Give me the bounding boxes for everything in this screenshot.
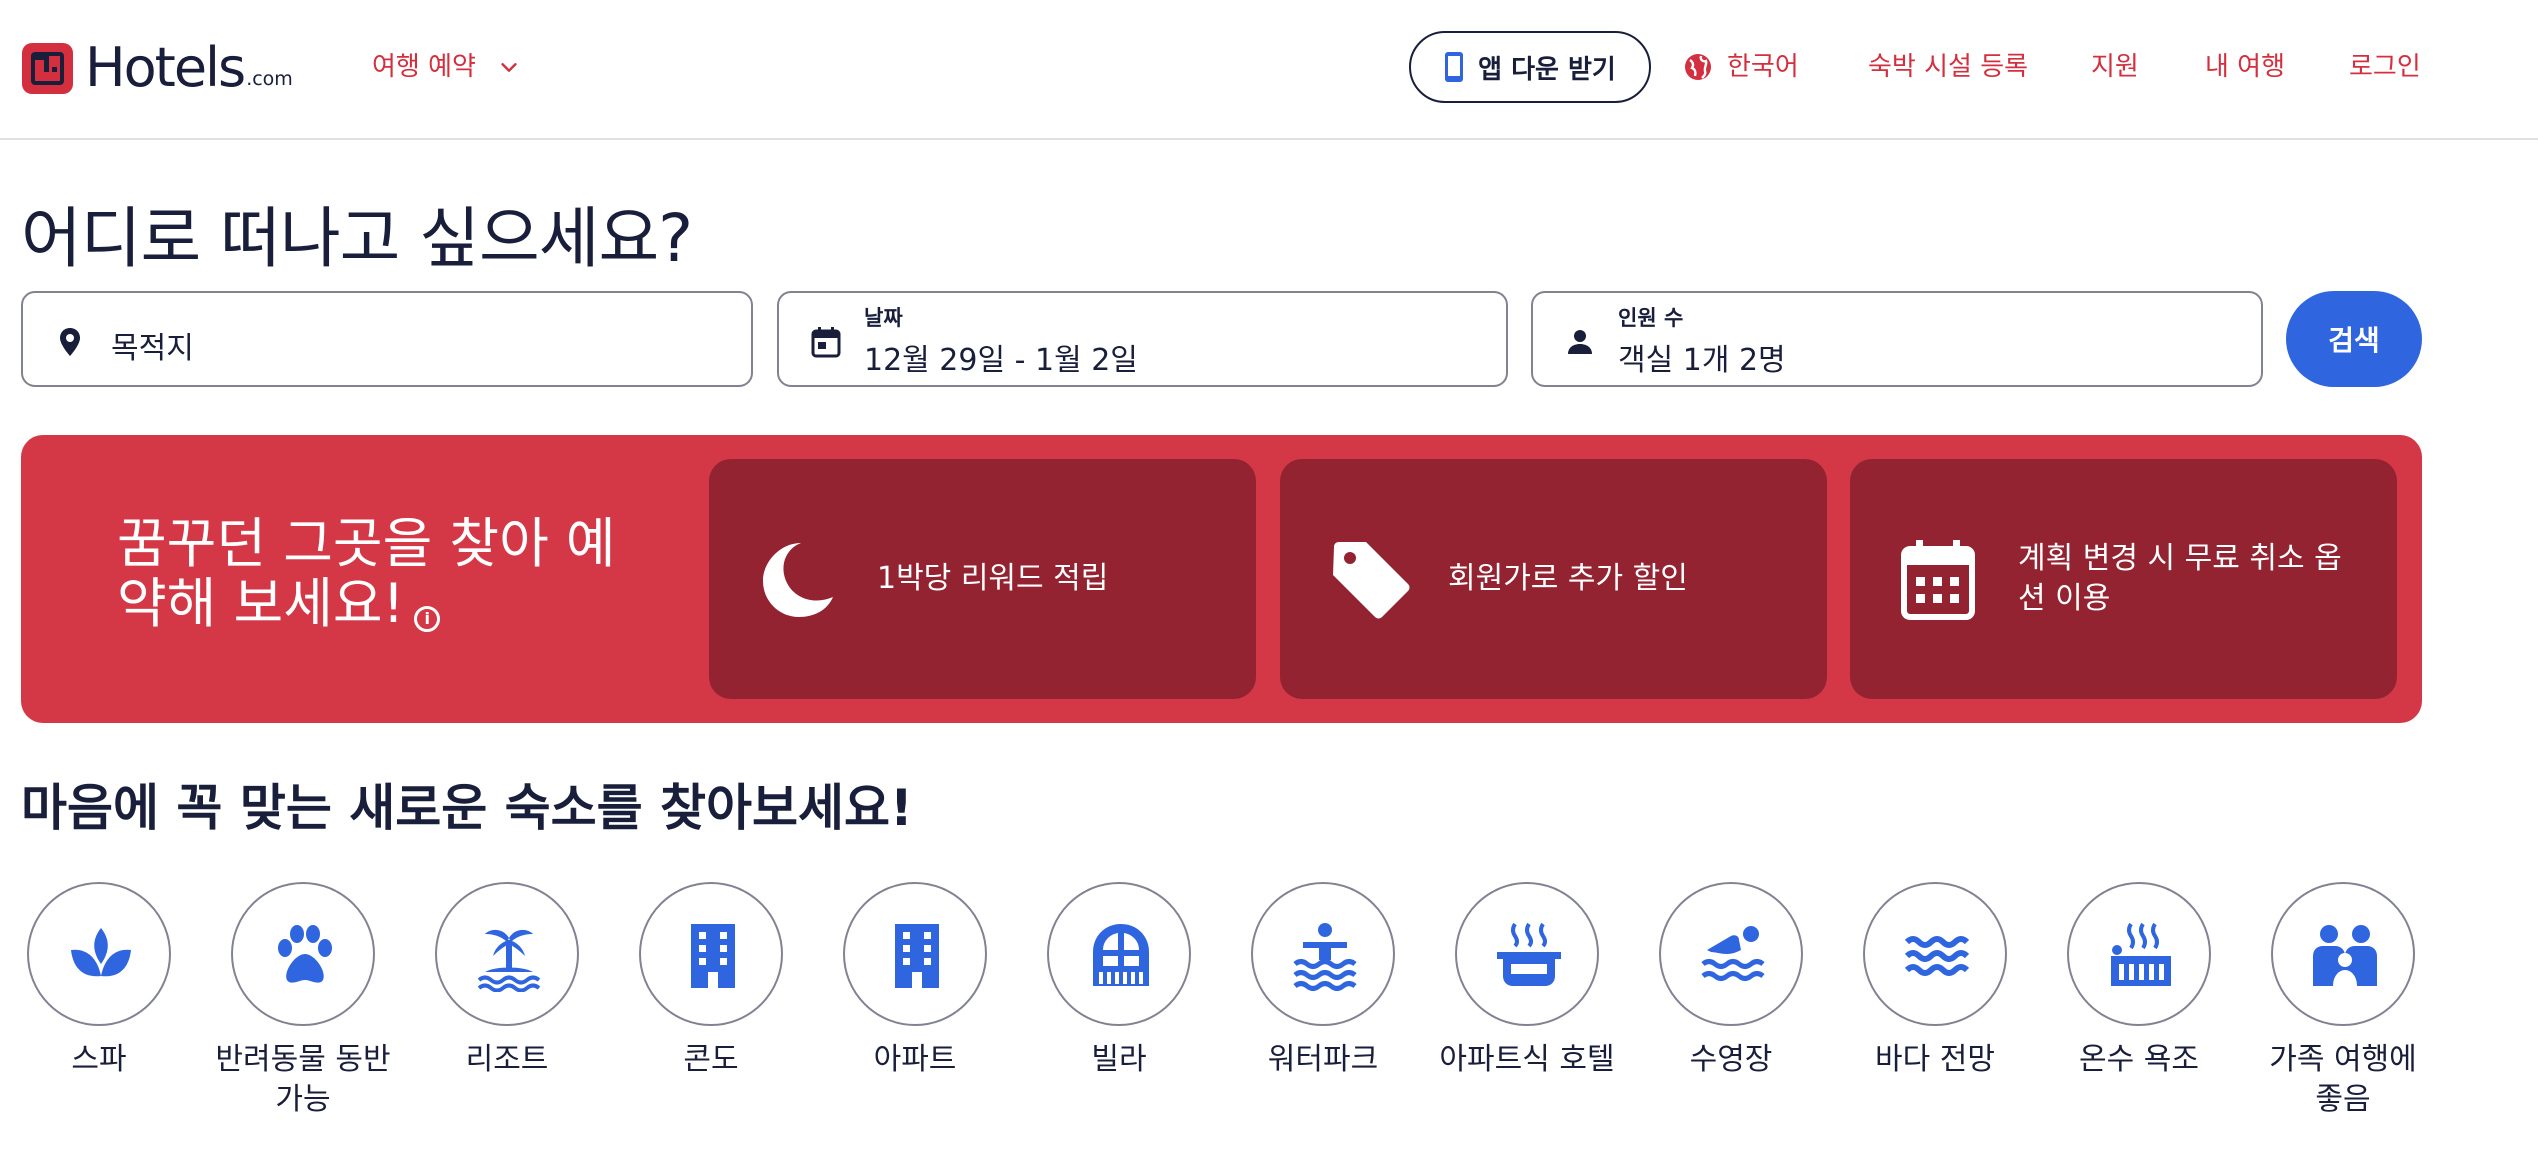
list-property-link[interactable]: 숙박 시설 등록 xyxy=(1868,47,2028,87)
property-type-circle xyxy=(2067,882,2211,1026)
property-type-circle xyxy=(843,882,987,1026)
get-app-label: 앱 다운 받기 xyxy=(1478,54,1616,85)
globe-icon xyxy=(1685,54,1711,80)
benefit-card-rewards: 1박당 리워드 적립 xyxy=(709,459,1256,699)
property-type-circle xyxy=(231,882,375,1026)
family-icon xyxy=(2313,925,2377,986)
benefit-card-member-price: 회원가로 추가 할인 xyxy=(1280,459,1827,699)
water-park-icon xyxy=(1293,923,1357,991)
get-app-button[interactable]: 앱 다운 받기 xyxy=(1409,31,1651,103)
property-type-resort[interactable]: 리조트 xyxy=(417,882,597,1080)
destination-placeholder: 목적지 xyxy=(111,331,194,366)
spa-icon xyxy=(71,928,131,977)
logo-wordmark: Hotels xyxy=(85,36,246,99)
property-type-circle xyxy=(435,882,579,1026)
hot-tub-icon xyxy=(2111,922,2171,986)
property-type-label: 온수 욕조 xyxy=(2079,1042,2199,1077)
tag-icon xyxy=(1333,542,1410,619)
language-selector[interactable]: 한국어 xyxy=(1683,47,1799,87)
trip-booking-menu[interactable]: 여행 예약 xyxy=(372,47,520,87)
guests-label: 인원 수 xyxy=(1618,306,1684,330)
property-type-label: 아파트식 호텔 xyxy=(1439,1042,1615,1077)
banner-title-text: 꿈꾸던 그곳을 찾아 예약해 보세요! xyxy=(117,512,616,635)
date-field[interactable]: 날짜 12월 29일 - 1월 2일 xyxy=(777,291,1508,387)
property-type-label: 바다 전망 xyxy=(1875,1042,1995,1077)
property-type-water-park[interactable]: 워터파크 xyxy=(1233,882,1413,1080)
top-header: Hotels .com 여행 예약 앱 다운 받기 한국어 숙박 시설 등록 지… xyxy=(0,0,2538,140)
property-type-circle xyxy=(2271,882,2415,1026)
login-link[interactable]: 로그인 xyxy=(2349,47,2421,87)
property-type-label: 워터파크 xyxy=(1267,1042,1379,1077)
search-button[interactable]: 검색 xyxy=(2286,291,2422,387)
property-type-villa[interactable]: 빌라 xyxy=(1029,882,1209,1080)
palm-tree-icon xyxy=(477,929,541,992)
logo-suffix: .com xyxy=(246,68,293,90)
person-icon xyxy=(1568,330,1592,354)
property-type-circle xyxy=(639,882,783,1026)
hotels-logo-icon xyxy=(22,42,73,94)
property-type-label: 반려동물 동반 가능 xyxy=(215,1042,391,1117)
calendar-icon xyxy=(1901,540,1975,620)
property-type-aparthotel[interactable]: 아파트식 호텔 xyxy=(1437,882,1617,1080)
trip-booking-label: 여행 예약 xyxy=(372,52,476,82)
benefit-text: 회원가로 추가 할인 xyxy=(1448,561,1688,596)
chevron-down-icon xyxy=(501,63,517,72)
property-types-headline: 마음에 꼭 맞는 새로운 숙소를 찾아보세요! xyxy=(21,779,913,837)
support-link[interactable]: 지원 xyxy=(2091,47,2139,87)
my-trips-link[interactable]: 내 여행 xyxy=(2205,47,2285,87)
guests-field[interactable]: 인원 수 객실 1개 2명 xyxy=(1531,291,2263,387)
banner-title: 꿈꾸던 그곳을 찾아 예약해 보세요! i xyxy=(117,514,657,634)
hotels-logo[interactable]: Hotels .com xyxy=(22,38,293,98)
property-type-condo[interactable]: 콘도 xyxy=(621,882,801,1080)
language-label: 한국어 xyxy=(1727,52,1799,82)
rewards-banner: 꿈꾸던 그곳을 찾아 예약해 보세요! i 1박당 리워드 적립 회원가로 추가 … xyxy=(21,435,2422,723)
paw-icon xyxy=(278,925,332,983)
property-type-label: 빌라 xyxy=(1091,1042,1147,1077)
phone-icon xyxy=(1445,52,1464,82)
building-icon xyxy=(691,924,735,988)
property-type-apartment[interactable]: 아파트 xyxy=(825,882,1005,1080)
benefit-text: 1박당 리워드 적립 xyxy=(877,561,1109,596)
property-type-pet-friendly[interactable]: 반려동물 동반 가능 xyxy=(213,882,393,1120)
moon-icon xyxy=(763,543,833,617)
date-label: 날짜 xyxy=(864,306,903,330)
property-type-circle xyxy=(1047,882,1191,1026)
property-type-label: 수영장 xyxy=(1689,1042,1773,1077)
villa-icon xyxy=(1093,924,1149,986)
property-type-label: 아파트 xyxy=(873,1042,957,1077)
info-icon[interactable]: i xyxy=(414,606,441,632)
benefit-card-free-cancel: 계획 변경 시 무료 취소 옵션 이용 xyxy=(1850,459,2397,699)
building-icon xyxy=(895,924,939,988)
property-type-label: 가족 여행에 좋음 xyxy=(2269,1042,2417,1117)
kitchen-pot-icon xyxy=(1497,922,1561,986)
page-headline: 어디로 떠나고 싶으세요? xyxy=(21,200,693,277)
benefit-text: 계획 변경 시 무료 취소 옵션 이용 xyxy=(2018,541,2342,616)
calendar-icon xyxy=(811,327,841,358)
property-type-label: 리조트 xyxy=(465,1042,549,1077)
property-type-pool[interactable]: 수영장 xyxy=(1641,882,1821,1080)
property-type-label: 스파 xyxy=(71,1042,127,1077)
destination-field[interactable]: 목적지 xyxy=(21,291,753,387)
waves-icon xyxy=(1904,936,1970,976)
property-type-circle xyxy=(1251,882,1395,1026)
property-type-family-friendly[interactable]: 가족 여행에 좋음 xyxy=(2253,882,2433,1120)
property-type-circle xyxy=(1863,882,2007,1026)
map-pin-icon xyxy=(60,328,80,356)
swimming-icon xyxy=(1701,926,1765,981)
property-type-label: 콘도 xyxy=(683,1042,739,1077)
property-type-circle xyxy=(1659,882,1803,1026)
guests-value: 객실 1개 2명 xyxy=(1618,343,1786,378)
date-value: 12월 29일 - 1월 2일 xyxy=(864,343,1138,378)
property-type-spa[interactable]: 스파 xyxy=(9,882,189,1080)
property-type-hot-tub[interactable]: 온수 욕조 xyxy=(2049,882,2229,1080)
property-type-circle xyxy=(1455,882,1599,1026)
property-type-ocean-view[interactable]: 바다 전망 xyxy=(1845,882,2025,1080)
property-type-circle xyxy=(27,882,171,1026)
